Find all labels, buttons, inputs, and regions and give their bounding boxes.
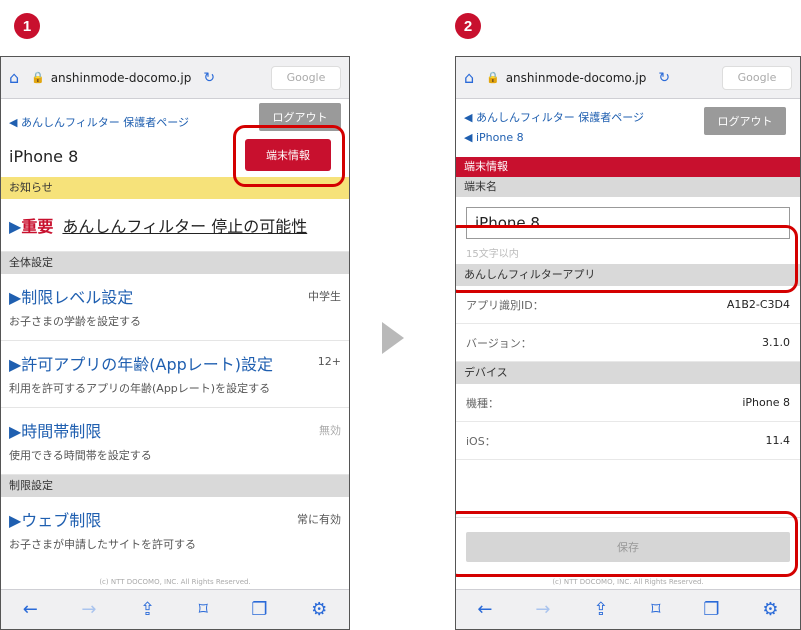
forward-arrow-icon[interactable]: →	[535, 599, 550, 620]
lock-icon: 🔒	[31, 71, 45, 84]
list-item-app-rating[interactable]: ▶許可アプリの年齢(Appレート)設定 12+ 利用を許可するアプリの年齢(Ap…	[1, 341, 349, 408]
bookmark-icon[interactable]: ⌑	[199, 599, 208, 620]
row-value: 3.1.0	[762, 336, 790, 349]
logout-button[interactable]: ログアウト	[704, 107, 786, 135]
row-label: バージョン：	[466, 336, 532, 350]
item-desc: お子さまが申請したサイトを許可する	[9, 538, 196, 551]
forward-arrow-icon[interactable]: →	[81, 599, 96, 620]
copyright-text: (c) NTT DOCOMO, INC. All Rights Reserved…	[99, 578, 251, 586]
row-version: バージョン： 3.1.0	[456, 324, 800, 362]
copyright-text: (c) NTT DOCOMO, INC. All Rights Reserved…	[552, 578, 704, 586]
row-model: 機種： iPhone 8	[456, 384, 800, 422]
row-label: アプリ識別ID：	[466, 298, 544, 312]
back-arrow-icon[interactable]: ←	[23, 599, 38, 620]
item-value: 常に有効	[297, 513, 341, 526]
notice-link[interactable]: あんしんフィルター 停止の可能性	[62, 217, 307, 236]
notice-important-label: 重要	[21, 217, 54, 236]
settings-icon[interactable]: ⚙	[311, 599, 327, 620]
settings-icon[interactable]: ⚙	[762, 599, 778, 620]
reload-icon[interactable]: ↻	[658, 70, 670, 86]
browser-url-bar[interactable]: ⌂ 🔒 anshinmode-docomo.jp ↻ Google	[1, 57, 349, 99]
url-text[interactable]: anshinmode-docomo.jp	[51, 71, 192, 85]
item-title: ▶ウェブ制限	[9, 511, 102, 530]
list-item-time-restriction[interactable]: ▶時間帯制限 無効 使用できる時間帯を設定する	[1, 408, 349, 475]
section-device: デバイス	[456, 362, 800, 384]
reload-icon[interactable]: ↻	[203, 70, 215, 86]
url-text[interactable]: anshinmode-docomo.jp	[506, 71, 647, 85]
search-field[interactable]: Google	[271, 65, 341, 90]
item-desc: 利用を許可するアプリの年齢(Appレート)を設定する	[9, 382, 271, 395]
item-value: 12+	[317, 355, 341, 368]
row-value: 11.4	[765, 434, 791, 447]
back-arrow-icon[interactable]: ←	[477, 599, 492, 620]
device-name-title: iPhone 8	[9, 147, 79, 166]
row-label: 機種：	[466, 396, 499, 410]
back-link-parent-page[interactable]: ◀ あんしんフィルター 保護者ページ	[9, 116, 189, 129]
section-all-settings: 全体設定	[1, 252, 349, 274]
search-field[interactable]: Google	[722, 65, 792, 90]
step-badge-1: 1	[14, 13, 40, 39]
highlight-device-name	[456, 225, 798, 293]
list-item-web-restriction[interactable]: ▶ウェブ制限 常に有効 お子さまが申請したサイトを許可する	[1, 497, 349, 563]
browser-toolbar: ← → ⇪ ⌑ ❐ ⚙	[1, 589, 349, 629]
step-badge-2: 2	[455, 13, 481, 39]
item-value: 無効	[319, 424, 341, 437]
row-value: A1B2-C3D4	[726, 298, 790, 311]
phone-screen-right: ⌂ 🔒 anshinmode-docomo.jp ↻ Google ◀ あんしん…	[455, 56, 801, 630]
item-desc: お子さまの学齢を設定する	[9, 315, 141, 328]
item-title: ▶許可アプリの年齢(Appレート)設定	[9, 355, 274, 374]
share-icon[interactable]: ⇪	[593, 599, 608, 620]
item-title: ▶制限レベル設定	[9, 288, 134, 307]
bookmark-icon[interactable]: ⌑	[651, 599, 660, 620]
device-info-header: 端末情報	[456, 157, 800, 177]
list-item-restriction-level[interactable]: ▶制限レベル設定 中学生 お子さまの学齢を設定する	[1, 274, 349, 341]
lock-icon: 🔒	[486, 71, 500, 84]
home-icon[interactable]: ⌂	[9, 68, 27, 87]
browser-url-bar[interactable]: ⌂ 🔒 anshinmode-docomo.jp ↻ Google	[456, 57, 800, 99]
phone-screen-left: ⌂ 🔒 anshinmode-docomo.jp ↻ Google ◀ あんしん…	[0, 56, 350, 630]
highlight-device-info	[233, 125, 345, 187]
row-value: iPhone 8	[742, 396, 790, 409]
notice-item[interactable]: ▶重要 あんしんフィルター 停止の可能性	[1, 199, 349, 252]
item-value: 中学生	[308, 290, 341, 303]
device-name-label: 端末名	[456, 177, 800, 197]
row-label: iOS：	[466, 434, 496, 448]
item-title: ▶時間帯制限	[9, 422, 102, 441]
home-icon[interactable]: ⌂	[464, 68, 482, 87]
row-ios: iOS： 11.4	[456, 422, 800, 460]
browser-toolbar: ← → ⇪ ⌑ ❐ ⚙	[456, 589, 800, 629]
tabs-icon[interactable]: ❐	[251, 599, 267, 620]
share-icon[interactable]: ⇪	[140, 599, 155, 620]
next-step-arrow-icon	[382, 322, 404, 354]
item-desc: 使用できる時間帯を設定する	[9, 449, 152, 462]
tabs-icon[interactable]: ❐	[703, 599, 719, 620]
section-restriction-settings: 制限設定	[1, 475, 349, 497]
highlight-save	[456, 511, 798, 577]
